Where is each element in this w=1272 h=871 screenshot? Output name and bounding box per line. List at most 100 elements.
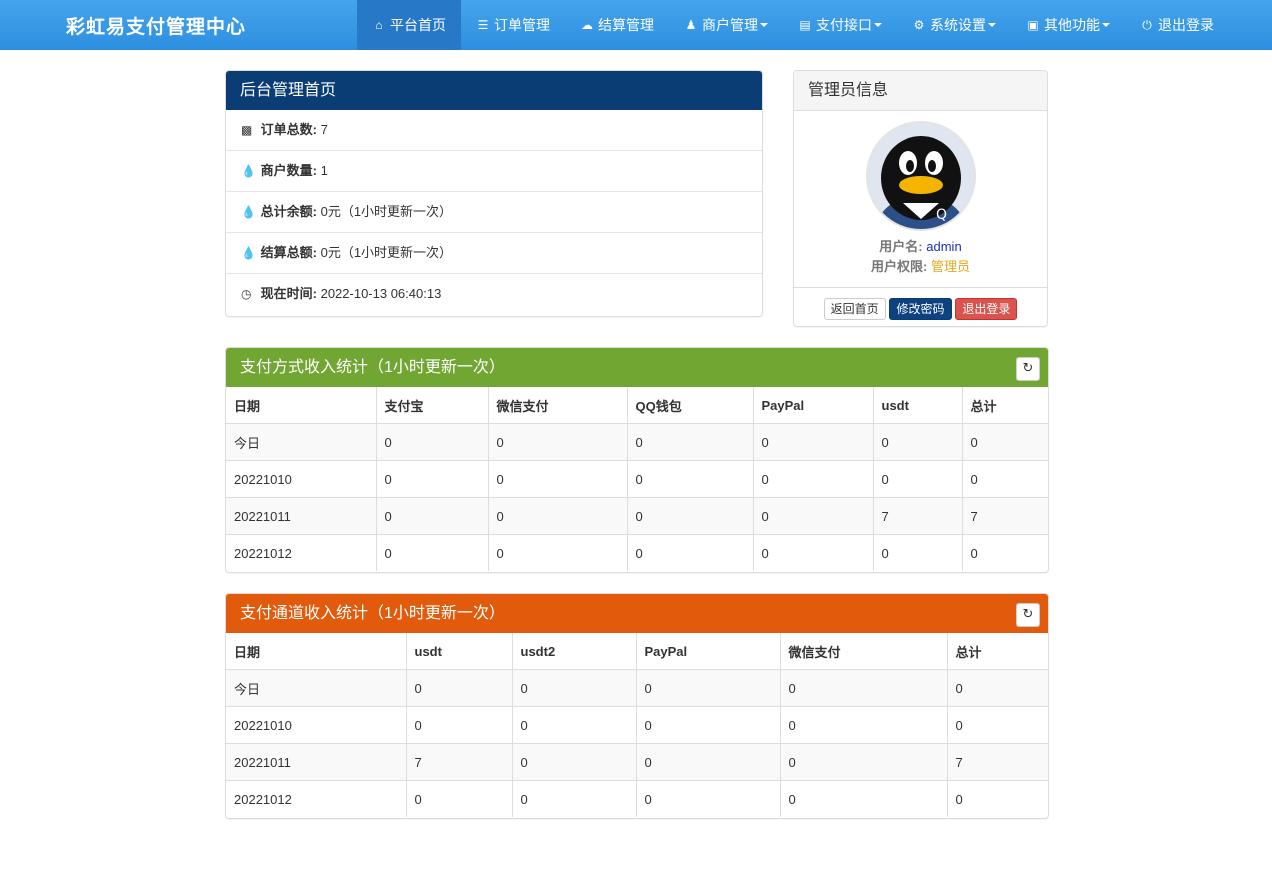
table-cell: 0	[962, 423, 1048, 461]
table-cell: 20221010	[226, 706, 407, 744]
logout-button[interactable]: 退出登录	[955, 298, 1018, 320]
item-label: 订单总数:	[260, 122, 317, 137]
item-label: 现在时间:	[260, 286, 317, 301]
overview-title: 后台管理首页	[226, 71, 762, 110]
column-header: usdt2	[512, 633, 637, 670]
table-cell: 0	[962, 534, 1048, 571]
back-home-button[interactable]: 返回首页	[823, 298, 886, 320]
item-value: 0元（1小时更新一次）	[320, 245, 453, 260]
table-row: 20221010 0 0 0 0 0	[226, 706, 1048, 744]
change-password-button[interactable]: 修改密码	[889, 298, 952, 320]
pay-method-stats-panel: 支付方式收入统计（1小时更新一次） ↻ 日期 支付宝 微信支付 QQ钱包 Pay…	[225, 347, 1049, 573]
nav-merchants[interactable]: ♟ 商户管理	[669, 0, 783, 50]
table-cell: 0	[406, 780, 513, 817]
nav-home[interactable]: ⌂ 平台首页	[357, 0, 461, 50]
list-item: ▩ 订单总数: 7	[226, 110, 762, 150]
nav-system-settings[interactable]: ⚙ 系统设置	[897, 0, 1011, 50]
column-header: 日期	[226, 387, 377, 424]
admin-info-panel: 管理员信息 Q 用户名: admin 用户权限: 管理员 返回首页 修改密码 退…	[793, 70, 1048, 327]
panel-title: 支付通道收入统计（1小时更新一次）	[240, 605, 505, 622]
username-value: admin	[926, 239, 962, 254]
table-cell: 0	[873, 534, 963, 571]
table-cell: 0	[627, 460, 754, 498]
table-cell: 今日	[226, 669, 407, 707]
table-cell: 0	[873, 460, 963, 498]
refresh-icon[interactable]: ↻	[1016, 603, 1040, 627]
table-cell: 0	[488, 423, 628, 461]
column-header: usdt	[406, 633, 513, 670]
column-header: 总计	[970, 398, 997, 414]
pay-channel-stats-header: 支付通道收入统计（1小时更新一次） ↻	[226, 594, 1048, 633]
pay-method-table: 日期 支付宝 微信支付 QQ钱包 PayPal usdt 总计 今日 0 0 0…	[226, 387, 1048, 571]
item-label: 商户数量:	[260, 163, 317, 178]
brand-title[interactable]: 彩虹易支付管理中心	[66, 12, 246, 39]
nav-other-functions[interactable]: ▣ 其他功能	[1011, 0, 1125, 50]
table-cell: 0	[873, 423, 963, 461]
column-header: 总计	[955, 644, 982, 660]
chevron-down-icon	[1102, 23, 1110, 27]
list-item: 💧 总计余额: 0元（1小时更新一次）	[226, 191, 762, 232]
nav-label: 结算管理	[598, 17, 654, 33]
table-cell: 0	[753, 460, 874, 498]
table-cell: 20221011	[226, 743, 407, 781]
role-label: 用户权限:	[871, 259, 928, 274]
admin-actions: 返回首页 修改密码 退出登录	[794, 287, 1047, 320]
table-cell: 7	[962, 497, 1048, 535]
table-cell: 0	[753, 497, 874, 535]
gear-icon: ⚙	[913, 18, 925, 32]
nav-label: 支付接口	[816, 17, 872, 33]
table-cell: 0	[406, 669, 513, 707]
nav-orders[interactable]: ☰ 订单管理	[461, 0, 565, 50]
nav-settlement[interactable]: ☁ 结算管理	[565, 0, 669, 50]
column-header: PayPal	[636, 633, 781, 670]
list-item: 💧 结算总额: 0元（1小时更新一次）	[226, 232, 762, 273]
table-cell: 20221012	[226, 780, 407, 817]
nav-logout[interactable]: ⏻ 退出登录	[1125, 0, 1229, 50]
table-cell: 0	[636, 706, 781, 744]
item-label: 总计余额:	[260, 204, 317, 219]
table-cell: 0	[627, 534, 754, 571]
drop-icon: 💧	[241, 205, 256, 219]
table-cell: 0	[627, 497, 754, 535]
username-label: 用户名:	[879, 239, 923, 254]
column-header: PayPal	[753, 387, 874, 424]
table-cell: 0	[753, 534, 874, 571]
table-cell: 0	[780, 669, 948, 707]
table-cell: 0	[947, 706, 1048, 744]
role-line: 用户权限: 管理员	[794, 257, 1047, 277]
user-icon: ♟	[685, 18, 697, 32]
item-value: 1	[320, 163, 328, 178]
table-cell: 0	[376, 460, 489, 498]
home-icon: ⌂	[375, 18, 383, 32]
refresh-icon[interactable]: ↻	[1016, 357, 1040, 381]
overview-list: ▩ 订单总数: 7 💧 商户数量: 1 💧 总计余额: 0元（1小时更新一次） …	[226, 110, 762, 314]
nav-label: 订单管理	[494, 17, 550, 33]
cloud-icon: ☁	[581, 18, 593, 32]
table-cell: 7	[873, 497, 963, 535]
table-header-row: 日期 usdt usdt2 PayPal 微信支付 总计	[226, 633, 1048, 670]
nav-label: 平台首页	[390, 17, 446, 33]
column-header: usdt	[873, 387, 963, 424]
table-cell: 20221012	[226, 534, 377, 571]
table-cell: 0	[780, 743, 948, 781]
nav-label: 系统设置	[930, 17, 986, 33]
nav-payment-interface[interactable]: ▤ 支付接口	[783, 0, 897, 50]
column-header: 微信支付	[780, 633, 948, 670]
bar-chart-icon: ▩	[241, 123, 253, 137]
table-cell: 0	[512, 743, 637, 781]
table-cell: 20221010	[226, 460, 377, 498]
avatar: Q	[865, 121, 976, 231]
clock-icon: ◷	[241, 287, 252, 301]
table-row: 20221010 0 0 0 0 0 0	[226, 460, 1048, 498]
pay-channel-table: 日期 usdt usdt2 PayPal 微信支付 总计 今日 0 0 0 0 …	[226, 633, 1048, 817]
table-cell: 今日	[226, 423, 377, 461]
chevron-down-icon	[760, 23, 768, 27]
table-cell: 0	[636, 669, 781, 707]
power-icon: ⏻	[1142, 17, 1152, 32]
panel-title: 支付方式收入统计（1小时更新一次）	[240, 359, 505, 376]
table-cell: 0	[488, 534, 628, 571]
main-nav: ⌂ 平台首页 ☰ 订单管理 ☁ 结算管理 ♟ 商户管理 ▤ 支付接口 ⚙ 系统设…	[357, 0, 1229, 50]
item-value: 7	[320, 122, 328, 137]
table-row: 今日 0 0 0 0 0	[226, 669, 1048, 707]
column-header: 日期	[226, 633, 407, 670]
